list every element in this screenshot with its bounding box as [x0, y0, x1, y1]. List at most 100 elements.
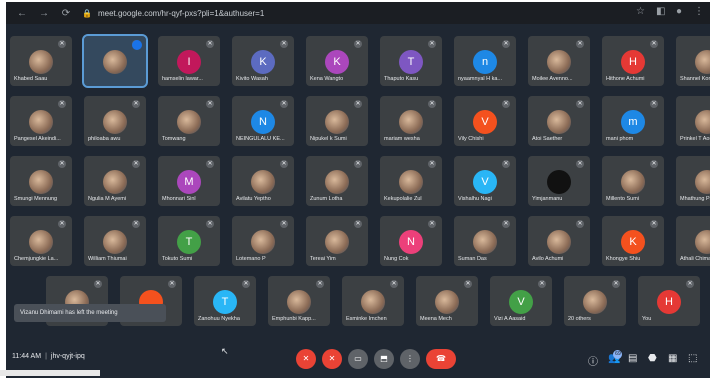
- participant-tile[interactable]: ✕ Esminke Imchen: [342, 276, 404, 326]
- more-options-button[interactable]: ⋮: [400, 349, 420, 369]
- participant-name: Ngulia M Ayemi: [88, 196, 127, 202]
- present-button[interactable]: ⬒: [374, 349, 394, 369]
- forward-icon[interactable]: →: [38, 8, 50, 19]
- left-meeting-toast: Vizanu Dhimami has left the meeting: [14, 304, 166, 322]
- participant-tile[interactable]: ✕ K Khongye Shiu: [602, 216, 664, 266]
- participant-avatar: [103, 230, 127, 254]
- back-icon[interactable]: ←: [16, 8, 28, 19]
- captions-button[interactable]: ▭: [348, 349, 368, 369]
- participant-tile[interactable]: ✕ m mani phom: [602, 96, 664, 146]
- participant-tile[interactable]: ✕ K Kivito Wasah: [232, 36, 294, 86]
- mic-muted-icon: ✕: [354, 40, 362, 48]
- chat-icon[interactable]: ▤: [628, 353, 637, 364]
- participant-tile[interactable]: ✕ Pangesel Akeindi...: [10, 96, 72, 146]
- mic-muted-icon: ✕: [280, 220, 288, 228]
- participant-tile[interactable]: ✕Athali Chimami: [676, 216, 710, 266]
- participant-name: nyaamnyal H ka...: [458, 76, 503, 82]
- participant-tile[interactable]: ✕ V Vishalhu Nagi: [454, 156, 516, 206]
- mic-muted-icon: ✕: [132, 100, 140, 108]
- participant-tile[interactable]: ✕Shannel Konya: [676, 36, 710, 86]
- participant-name: Mhathung Pati...: [680, 196, 710, 202]
- info-icon[interactable]: ⓘ: [588, 353, 598, 368]
- participant-tile[interactable]: ✕ K Kena Wangto: [306, 36, 368, 86]
- participant-tile[interactable]: ✕: [82, 34, 148, 88]
- participant-avatar: [583, 290, 607, 314]
- participant-avatar: N: [399, 230, 423, 254]
- participant-tile[interactable]: ✕ 20 others: [564, 276, 626, 326]
- participant-tile[interactable]: ✕ Atoi Saether: [528, 96, 590, 146]
- lock-icon[interactable]: ⬚: [688, 353, 697, 364]
- participant-tile[interactable]: ✕ Tomwang: [158, 96, 220, 146]
- people-icon[interactable]: 👥 69: [608, 350, 623, 364]
- camera-off-button[interactable]: ✕: [322, 349, 342, 369]
- meeting-time: 11:44 AM: [12, 353, 42, 360]
- participant-avatar: [325, 170, 349, 194]
- participant-tile[interactable]: ✕ Smungi Mennung: [10, 156, 72, 206]
- mouse-cursor-icon: ↖: [221, 346, 229, 356]
- participant-tile[interactable]: ✕ Moilee Avenno...: [528, 36, 590, 86]
- activities-icon[interactable]: ⬣: [648, 353, 657, 364]
- participant-avatar: [29, 230, 53, 254]
- participant-tile[interactable]: ✕ Emphunbi Kapp...: [268, 276, 330, 326]
- participant-name: Millento Sumi: [606, 196, 640, 202]
- participant-tile[interactable]: ✕ Khabed Saau: [10, 36, 72, 86]
- mic-muted-icon: ✕: [94, 280, 102, 288]
- profile-icon[interactable]: ●: [676, 6, 682, 17]
- participant-tile[interactable]: ✕Prinkel T Aomai: [676, 96, 710, 146]
- participant-tile[interactable]: ✕ Yimjanmanu: [528, 156, 590, 206]
- mic-muted-icon: ✕: [242, 280, 250, 288]
- participant-avatar: K: [325, 50, 349, 74]
- participant-tile[interactable]: ✕ Kekupolalie Zul: [380, 156, 442, 206]
- participant-tile[interactable]: ✕ philoaba awu: [84, 96, 146, 146]
- participant-tile[interactable]: ✕ Tereai Yim: [306, 216, 368, 266]
- mic-off-button[interactable]: ✕: [296, 349, 316, 369]
- pin-icon[interactable]: [132, 40, 142, 50]
- participant-tile[interactable]: ✕ mariam wesha: [380, 96, 442, 146]
- participant-tile[interactable]: ✕ V Vizi A Aasaid: [490, 276, 552, 326]
- participant-tile[interactable]: ✕ N NEINGULALŪ KE...: [232, 96, 294, 146]
- participant-tile[interactable]: ✕ Avilo Achumi: [528, 216, 590, 266]
- participant-tile[interactable]: ✕ N Nung Cok: [380, 216, 442, 266]
- mic-muted-icon: ✕: [168, 280, 176, 288]
- participant-avatar: K: [251, 50, 275, 74]
- participant-tile[interactable]: ✕ Suman Das: [454, 216, 516, 266]
- mic-muted-icon: ✕: [280, 100, 288, 108]
- participant-tile[interactable]: ✕ M Mhonnari Sinl: [158, 156, 220, 206]
- participant-name: Chemjungkie La...: [14, 256, 59, 262]
- participant-tile[interactable]: ✕ Nipukel k Sumi: [306, 96, 368, 146]
- participant-tile[interactable]: ✕ H Hithone Achumi: [602, 36, 664, 86]
- menu-icon[interactable]: ⋮: [694, 6, 704, 17]
- tiles-icon[interactable]: ▦: [668, 353, 677, 364]
- participant-tile[interactable]: ✕ T Zanohuu Nyekha: [194, 276, 256, 326]
- participant-tile[interactable]: ✕ Millento Sumi: [602, 156, 664, 206]
- participant-avatar: [399, 170, 423, 194]
- participant-tile[interactable]: ✕ William Thiumai: [84, 216, 146, 266]
- mic-off-icon: ✕: [302, 354, 310, 363]
- reload-icon[interactable]: ⟳: [60, 8, 72, 19]
- present-icon: ⬒: [380, 354, 388, 363]
- participant-tile[interactable]: ✕ V Vily Chishi: [454, 96, 516, 146]
- mic-muted-icon: ✕: [502, 100, 510, 108]
- participant-tile[interactable]: ✕ H You: [638, 276, 700, 326]
- mic-muted-icon: ✕: [58, 220, 66, 228]
- participant-tile[interactable]: ✕ n nyaamnyal H ka...: [454, 36, 516, 86]
- participant-tile[interactable]: ✕ Lotemano P: [232, 216, 294, 266]
- participant-tile[interactable]: ✕ T Thaputo Kasu: [380, 36, 442, 86]
- participant-tile[interactable]: ✕ T Tokuto Sumi: [158, 216, 220, 266]
- participant-name: Tokuto Sumi: [162, 256, 193, 262]
- url-text[interactable]: meet.google.com/hr-qyf-pxs?pli=1&authuse…: [98, 9, 264, 18]
- more-vert-icon: ⋮: [406, 354, 414, 363]
- extensions-icon[interactable]: ◧: [656, 6, 665, 17]
- mic-muted-icon: ✕: [58, 40, 66, 48]
- participant-tile[interactable]: ✕ Zunum Lotha: [306, 156, 368, 206]
- participant-tile[interactable]: ✕ Ihamselin lawar...: [158, 36, 220, 86]
- participant-tile[interactable]: ✕ Meena Mech: [416, 276, 478, 326]
- star-icon[interactable]: ☆: [636, 6, 645, 17]
- meeting-code[interactable]: jhv-qyjt-ipq: [51, 353, 85, 360]
- leave-call-button[interactable]: ☎: [426, 349, 456, 369]
- participant-tile[interactable]: ✕Mhathung Pati...: [676, 156, 710, 206]
- participant-tile[interactable]: ✕ Avilatu Yeptho: [232, 156, 294, 206]
- participant-tile[interactable]: ✕ Ngulia M Ayemi: [84, 156, 146, 206]
- participant-tile[interactable]: ✕ Chemjungkie La...: [10, 216, 72, 266]
- participant-avatar: T: [399, 50, 423, 74]
